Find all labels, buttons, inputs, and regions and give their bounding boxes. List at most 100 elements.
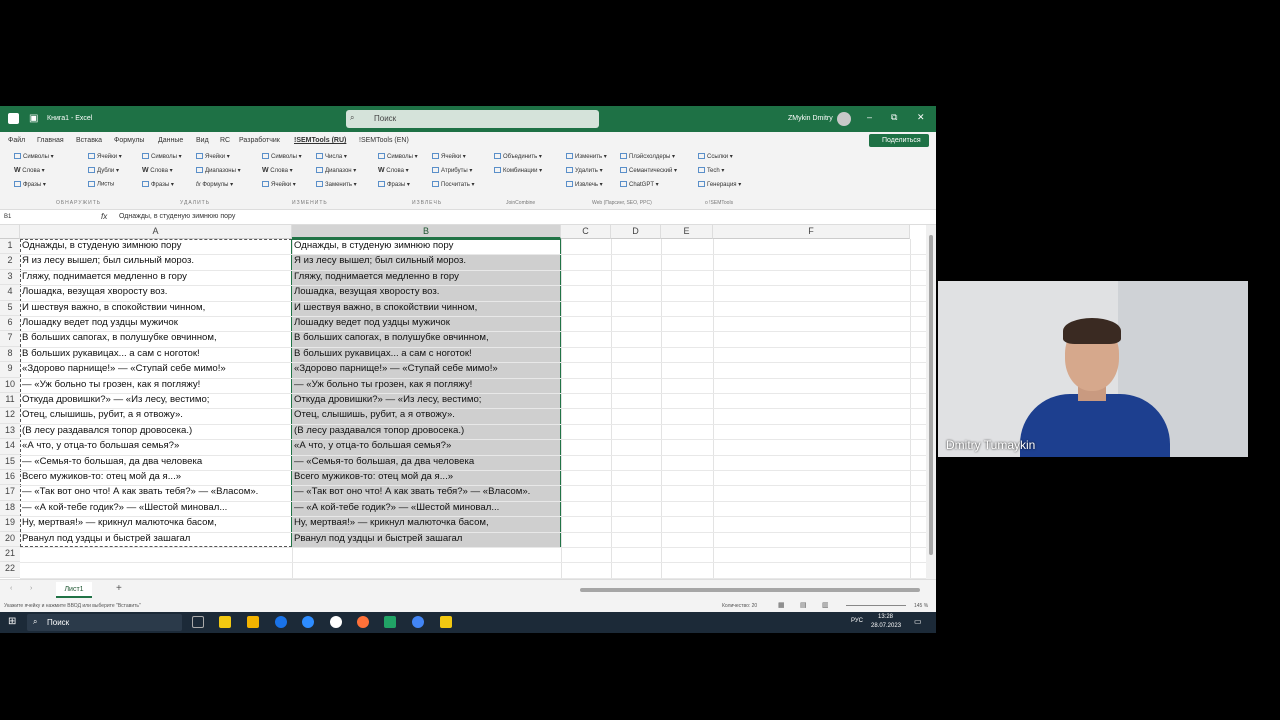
row-header[interactable]: 10 bbox=[0, 377, 20, 393]
cell-b[interactable]: И шествуя важно, в спокойствии чинном, bbox=[292, 301, 477, 316]
cell-a[interactable]: И шествуя важно, в спокойствии чинном, bbox=[20, 301, 205, 316]
ribbon-item[interactable]: W Слова ▾ bbox=[142, 167, 173, 174]
taskbar-search-input[interactable]: ⌕ Поиск bbox=[27, 614, 182, 631]
row-header[interactable]: 12 bbox=[0, 408, 20, 424]
ribbon-item[interactable]: ChatGPT ▾ bbox=[620, 181, 659, 188]
avatar[interactable] bbox=[837, 112, 851, 126]
row-header[interactable]: 18 bbox=[0, 500, 20, 517]
vertical-scrollbar[interactable] bbox=[926, 225, 936, 579]
account-name[interactable]: ZMykin Dmitry bbox=[788, 115, 833, 122]
sheet-tab-1[interactable]: Лист1 bbox=[56, 582, 92, 598]
ribbon-item[interactable]: Объединить ▾ bbox=[494, 153, 542, 160]
cell-a[interactable]: (В лесу раздавался топор дровосека.) bbox=[20, 424, 192, 439]
ribbon-item[interactable]: Ячейки ▾ bbox=[432, 153, 466, 160]
ribbon-item[interactable]: Фразы ▾ bbox=[14, 181, 46, 188]
ribbon-item[interactable]: Заменить ▾ bbox=[316, 181, 357, 188]
column-header-b[interactable]: B bbox=[292, 225, 561, 239]
tab-semtools-en[interactable]: !SEMTools (EN) bbox=[359, 137, 409, 144]
ribbon-item[interactable]: Ячейки ▾ bbox=[262, 181, 296, 188]
cell-a[interactable]: «А что, у отца-то большая семья?» bbox=[20, 439, 179, 454]
cell-a[interactable]: — «Так вот оно что! А как звать тебя?» —… bbox=[20, 485, 258, 500]
cell-b[interactable]: «Здорово парнище!» — «Ступай себе мимо!» bbox=[292, 362, 498, 377]
ribbon-item[interactable]: Семантический ▾ bbox=[620, 167, 677, 174]
ribbon-item[interactable]: Дубли ▾ bbox=[88, 167, 119, 174]
edge-icon[interactable] bbox=[275, 616, 287, 628]
cell-a[interactable]: Лошадка, везущая хворосту воз. bbox=[20, 285, 167, 300]
restore-button[interactable]: ⧉ bbox=[891, 112, 897, 123]
row-header[interactable]: 9 bbox=[0, 362, 20, 378]
cell-b[interactable]: — «Уж больно ты грозен, как я погляжу! bbox=[292, 378, 472, 393]
cell-b[interactable]: Однажды, в студеную зимнюю пору bbox=[292, 239, 453, 254]
share-button[interactable]: Поделиться bbox=[869, 134, 929, 147]
cell-b[interactable]: В больших рукавицах... а сам с ноготок! bbox=[292, 347, 472, 362]
folder-icon[interactable] bbox=[247, 616, 259, 628]
ribbon-item[interactable]: Фразы ▾ bbox=[142, 181, 174, 188]
cell-b[interactable]: Отец, слышишь, рубит, а я отвожу». bbox=[292, 408, 455, 423]
cell-b[interactable]: В больших сапогах, в полушубке овчинном, bbox=[292, 331, 489, 346]
row-header[interactable]: 4 bbox=[0, 285, 20, 301]
clock-date[interactable]: 28.07.2023 bbox=[871, 623, 901, 629]
zoom-app-icon[interactable] bbox=[302, 616, 314, 628]
ribbon-item[interactable]: Символы ▾ bbox=[14, 153, 54, 160]
row-header[interactable]: 6 bbox=[0, 316, 20, 332]
ribbon-item[interactable]: Атрибуты ▾ bbox=[432, 167, 472, 174]
row-header[interactable]: 1 bbox=[0, 239, 20, 255]
ribbon-item[interactable]: Ячейки ▾ bbox=[88, 153, 122, 160]
tab-data[interactable]: Данные bbox=[158, 137, 183, 144]
ribbon-item[interactable]: W Слова ▾ bbox=[14, 167, 45, 174]
row-header[interactable]: 16 bbox=[0, 470, 20, 486]
row-header[interactable]: 2 bbox=[0, 254, 20, 270]
cell-b[interactable]: Всего мужиков-то: отец мой да я...» bbox=[292, 470, 453, 485]
cell-a[interactable]: — «Уж больно ты грозен, как я погляжу! bbox=[20, 378, 200, 393]
column-header-a[interactable]: A bbox=[20, 225, 292, 239]
cell-a[interactable]: В больших рукавицах... а сам с ноготок! bbox=[20, 347, 200, 362]
tab-rc[interactable]: RC bbox=[220, 137, 230, 144]
row-header[interactable]: 21 bbox=[0, 547, 20, 563]
cell-a[interactable]: Всего мужиков-то: отец мой да я...» bbox=[20, 470, 181, 485]
spreadsheet-grid[interactable]: A B C D E F 1 Однажды, в студеную зимнюю … bbox=[0, 225, 930, 579]
firefox-icon[interactable] bbox=[357, 616, 369, 628]
normal-view-icon[interactable]: ▦ bbox=[778, 601, 785, 609]
task-view-icon[interactable] bbox=[192, 616, 204, 628]
tab-developer[interactable]: Разработчик bbox=[239, 137, 280, 144]
row-header[interactable]: 17 bbox=[0, 485, 20, 501]
tab-file[interactable]: Файл bbox=[8, 137, 25, 144]
tab-semtools-ru[interactable]: !SEMTools (RU) bbox=[294, 137, 346, 144]
cell-b[interactable]: Я из лесу вышел; был сильный мороз. bbox=[292, 254, 466, 269]
row-header[interactable]: 22 bbox=[0, 562, 20, 578]
cell-a[interactable]: — «Семья-то большая, да два человека bbox=[20, 455, 202, 470]
prev-sheet-icon[interactable]: ‹ bbox=[10, 585, 12, 592]
ribbon-item[interactable]: Диапазоны ▾ bbox=[196, 167, 241, 174]
cell-a[interactable]: Рванул под уздцы и быстрей зашагал bbox=[20, 532, 190, 547]
cell-a[interactable]: Отец, слышишь, рубит, а я отвожу». bbox=[20, 408, 183, 423]
ribbon-item[interactable]: Извлечь ▾ bbox=[566, 181, 603, 188]
ribbon-item[interactable]: Ячейки ▾ bbox=[196, 153, 230, 160]
row-header[interactable]: 8 bbox=[0, 346, 20, 363]
row-header[interactable]: 20 bbox=[0, 531, 20, 547]
name-box[interactable]: B1 bbox=[4, 212, 59, 223]
cell-b[interactable]: Лошадку ведет под уздцы мужичок bbox=[292, 316, 450, 331]
cell-a[interactable]: «Здорово парнище!» — «Ступай себе мимо!» bbox=[20, 362, 226, 377]
tab-view[interactable]: Вид bbox=[196, 137, 209, 144]
ribbon-item[interactable]: Удалить ▾ bbox=[566, 167, 603, 174]
ribbon-item[interactable]: Листы bbox=[88, 181, 114, 188]
ribbon-item[interactable]: Tech ▾ bbox=[698, 167, 724, 174]
cell-a[interactable]: Откуда дровишки?» — «Из лесу, вестимо; bbox=[20, 393, 209, 408]
clock-time[interactable]: 13:28 bbox=[878, 614, 893, 620]
cell-b[interactable]: Гляжу, поднимается медленно в гору bbox=[292, 270, 459, 285]
cell-b[interactable]: — «А кой-тебе годик?» — «Шестой миновал.… bbox=[292, 501, 499, 516]
ribbon-item[interactable]: Посчитать ▾ bbox=[432, 181, 475, 188]
ribbon-item[interactable]: W Слова ▾ bbox=[378, 167, 409, 174]
cell-b[interactable]: (В лесу раздавался топор дровосека.) bbox=[292, 424, 464, 439]
row-header[interactable]: 15 bbox=[0, 454, 20, 470]
select-all-corner[interactable] bbox=[0, 225, 20, 239]
tab-home[interactable]: Главная bbox=[37, 137, 64, 144]
tab-formulas[interactable]: Формулы bbox=[114, 137, 144, 144]
row-header[interactable]: 13 bbox=[0, 423, 20, 440]
row-header[interactable]: 14 bbox=[0, 439, 20, 455]
next-sheet-icon[interactable]: › bbox=[30, 585, 32, 592]
row-header[interactable]: 3 bbox=[0, 269, 20, 286]
cell-a[interactable]: Я из лесу вышел; был сильный мороз. bbox=[20, 254, 194, 269]
ribbon-item[interactable]: Числа ▾ bbox=[316, 153, 347, 160]
column-header-e[interactable]: E bbox=[661, 225, 713, 239]
